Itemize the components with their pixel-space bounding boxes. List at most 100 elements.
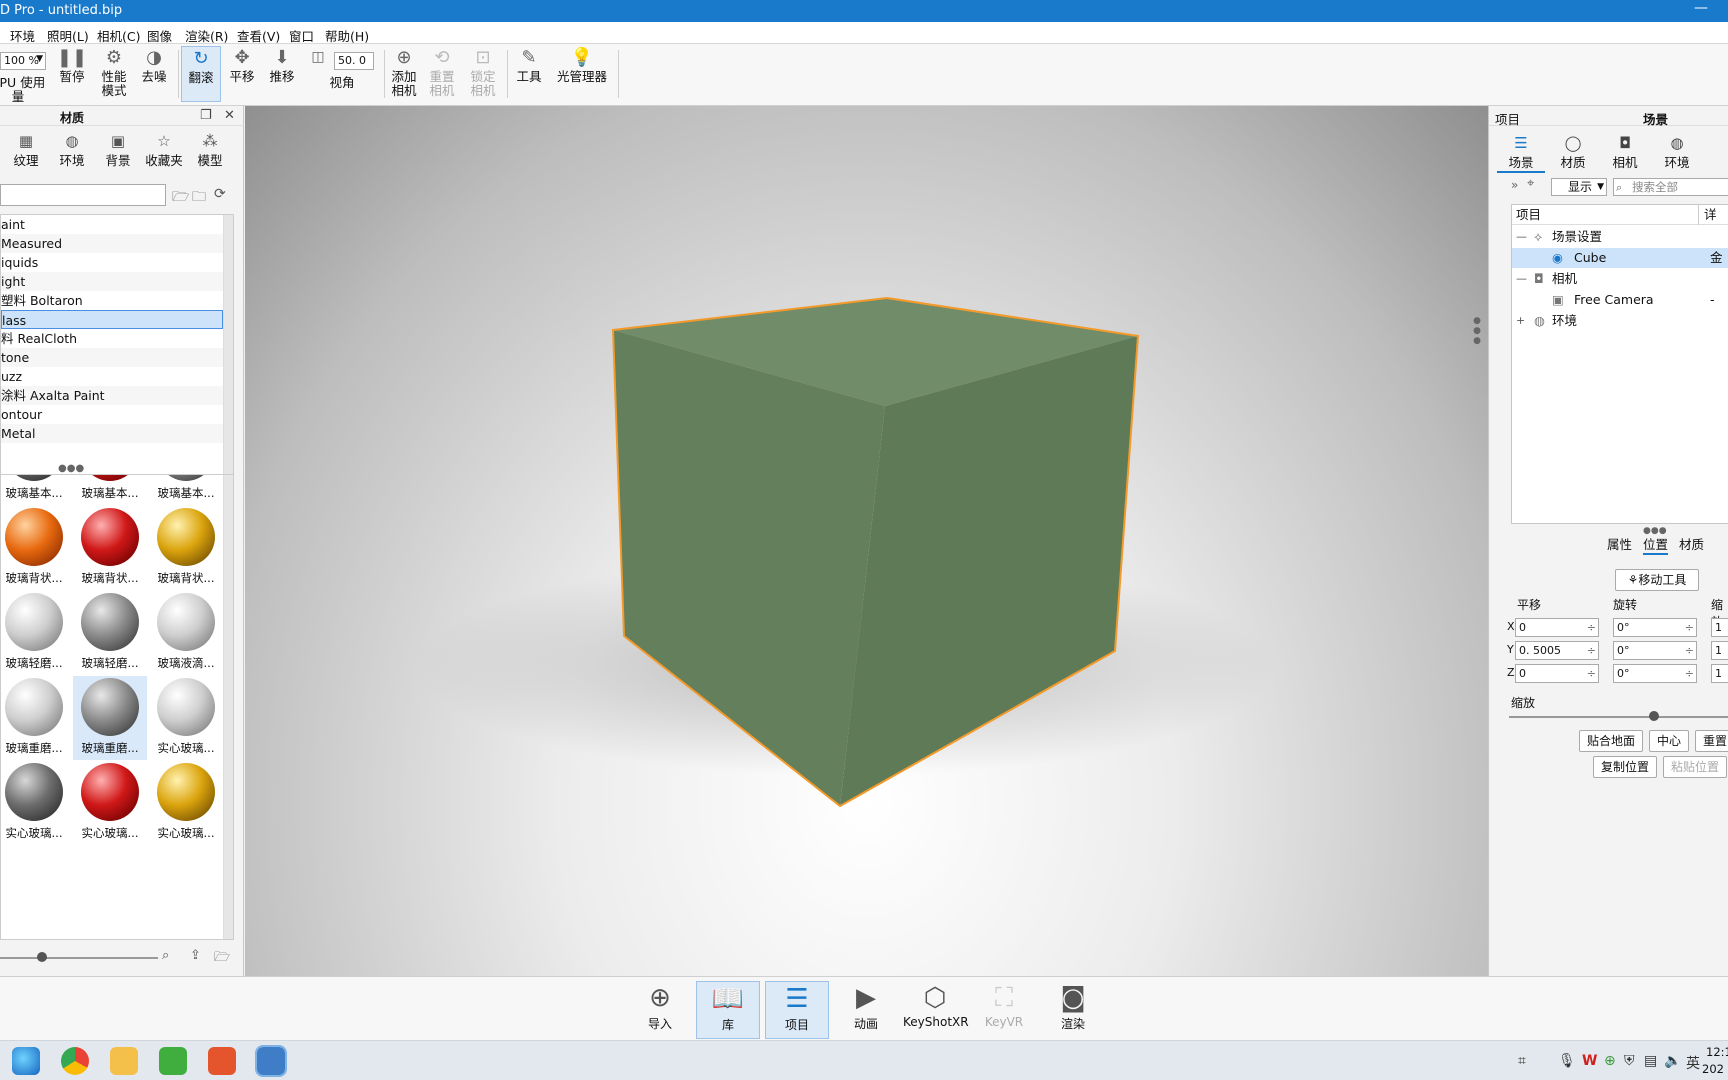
magnify-icon[interactable]: ⌕	[162, 948, 169, 963]
network-icon[interactable]: ▤	[1644, 1053, 1657, 1069]
scene-search-input[interactable]: ⌕ 搜索全部	[1613, 178, 1728, 196]
slider-handle[interactable]	[37, 952, 47, 962]
dock-render-button[interactable]: ◙ 渲染	[1041, 981, 1105, 1039]
translate-z-input[interactable]: 0 ÷	[1515, 664, 1599, 683]
menu-view[interactable]: 查看(V)	[237, 26, 280, 45]
scale-slider-handle[interactable]	[1649, 711, 1659, 721]
tree-node[interactable]: ◉ Cube 金	[1512, 248, 1728, 268]
tab-environment[interactable]: ◍ 环境	[50, 132, 94, 169]
category-item[interactable]: 涂料 Axalta Paint	[1, 386, 223, 405]
material-thumbnail[interactable]: 玻璃背状...	[73, 506, 147, 590]
pan-button[interactable]: ✥ 平移	[224, 46, 260, 102]
scale-z-input[interactable]: 1	[1711, 664, 1728, 683]
tab-scene[interactable]: ☰ 场景	[1497, 134, 1545, 173]
splitter-handle[interactable]: ●●●	[1472, 316, 1482, 346]
menu-lighting[interactable]: 照明(L)	[47, 26, 89, 45]
refresh-icon[interactable]: ⟳	[214, 186, 226, 202]
tab-material[interactable]: ◯ 材质	[1549, 134, 1597, 171]
snap-to-ground-button[interactable]: 贴合地面	[1579, 730, 1643, 752]
menu-environment[interactable]: 环境	[10, 26, 35, 45]
chrome-icon[interactable]	[61, 1047, 89, 1075]
tree-node[interactable]: ▣ Free Camera -	[1512, 290, 1728, 310]
dock-project-button[interactable]: ☰ 项目	[765, 981, 829, 1039]
upload-icon[interactable]: ⇪	[190, 948, 201, 963]
grid-icon[interactable]: ⌗	[1518, 1053, 1526, 1069]
stepper-icon[interactable]: ÷	[1587, 642, 1596, 659]
stepper-icon[interactable]: ÷	[1587, 665, 1596, 682]
menu-camera[interactable]: 相机(C)	[97, 26, 140, 45]
stepper-icon[interactable]: ÷	[1587, 619, 1596, 636]
tree-node[interactable]: — ◘ 相机	[1512, 269, 1728, 289]
tools-button[interactable]: ✎ 工具	[511, 46, 547, 102]
material-thumbnail[interactable]: 玻璃背状...	[1, 506, 71, 590]
rotate-x-input[interactable]: 0° ÷	[1613, 618, 1697, 637]
material-thumbnail[interactable]: 玻璃背状...	[149, 506, 223, 590]
reset-camera-button[interactable]: ⟲ 重置 相机	[424, 46, 460, 102]
clock-date[interactable]: 202	[1702, 1062, 1724, 1076]
center-button[interactable]: 中心	[1649, 730, 1689, 752]
float-icon[interactable]: ❐	[200, 108, 212, 123]
add-camera-button[interactable]: ⊕ 添加 相机	[386, 46, 422, 102]
menu-render[interactable]: 渲染(R)	[185, 26, 228, 45]
close-icon[interactable]: ✕	[224, 108, 235, 123]
material-thumbnail[interactable]: 玻璃重磨...	[73, 676, 147, 760]
category-item[interactable]: Measured	[1, 234, 223, 253]
category-item[interactable]: iquids	[1, 253, 223, 272]
volume-icon[interactable]: 🔈	[1664, 1053, 1681, 1069]
tree-node[interactable]: + ◍ 环境	[1512, 311, 1728, 331]
tray-plus-icon[interactable]: ⊕	[1604, 1053, 1616, 1069]
dolly-button[interactable]: ⬇ 推移	[264, 46, 300, 102]
material-thumbnail[interactable]: 实心玻璃...	[149, 761, 223, 845]
tab-environment[interactable]: ◍ 环境	[1653, 134, 1701, 171]
file-explorer-icon[interactable]	[110, 1047, 138, 1075]
translate-y-input[interactable]: 0. 5005 ÷	[1515, 641, 1599, 660]
paste-position-button[interactable]: 粘贴位置	[1663, 756, 1727, 778]
copy-position-button[interactable]: 复制位置	[1593, 756, 1657, 778]
thumbnail-size-slider[interactable]	[0, 957, 158, 959]
clock-time[interactable]: 12:1	[1706, 1045, 1728, 1059]
scale-y-input[interactable]: 1	[1711, 641, 1728, 660]
display-dropdown[interactable]: 显示 ▼	[1551, 178, 1607, 196]
pause-button[interactable]: ❚❚ 暂停	[54, 46, 90, 102]
menu-help[interactable]: 帮助(H)	[325, 26, 369, 45]
translate-x-input[interactable]: 0 ÷	[1515, 618, 1599, 637]
category-item[interactable]: aint	[1, 215, 223, 234]
scale-x-input[interactable]: 1	[1711, 618, 1728, 637]
tab-background[interactable]: ▣ 背景	[96, 132, 140, 169]
move-tool-button[interactable]: ⚘移动工具	[1615, 569, 1699, 591]
cpu-usage-button[interactable]: CPU 使用量	[0, 76, 48, 104]
app-green-icon[interactable]	[159, 1047, 187, 1075]
dock-animation-button[interactable]: ▶ 动画	[834, 981, 898, 1039]
tab-favorites[interactable]: ☆ 收藏夹	[142, 132, 186, 169]
menu-window[interactable]: 窗口	[289, 26, 314, 45]
expand-icon[interactable]: »	[1511, 178, 1518, 192]
tab-camera[interactable]: ◘ 相机	[1601, 134, 1649, 171]
category-item[interactable]: ight	[1, 272, 223, 291]
tree-toggle[interactable]: —	[1516, 227, 1527, 247]
zoom-select[interactable]: 100 % ▼	[0, 52, 46, 70]
category-item[interactable]: 塑料 Boltaron	[1, 291, 223, 310]
folder-add-icon[interactable]: 🗁	[172, 186, 189, 210]
stepper-icon[interactable]: ÷	[1685, 642, 1694, 659]
material-thumbnail[interactable]: 玻璃重磨...	[1, 676, 71, 760]
wps-icon[interactable]: W	[1582, 1053, 1597, 1069]
dock-import-button[interactable]: ⊕ 导入	[628, 981, 692, 1039]
dock-library-button[interactable]: 📖 库	[696, 981, 760, 1039]
menu-image[interactable]: 图像	[147, 26, 172, 45]
category-item[interactable]: lass	[1, 310, 223, 329]
tab-texture[interactable]: ▦ 纹理	[4, 132, 48, 169]
reset-button[interactable]: 重置	[1695, 730, 1728, 752]
material-thumbnail[interactable]: 玻璃液滴...	[149, 591, 223, 675]
tumble-button[interactable]: ↻ 翻滚	[181, 46, 221, 102]
minimize-button[interactable]: —	[1694, 0, 1708, 16]
stepper-icon[interactable]: ÷	[1685, 665, 1694, 682]
tab-models[interactable]: ⁂ 模型	[188, 132, 232, 169]
tree-toggle[interactable]: —	[1516, 269, 1527, 289]
fov-input[interactable]: 50. 0	[334, 52, 374, 70]
render-viewport[interactable]: ●●●	[245, 106, 1488, 976]
lock-camera-button[interactable]: ⊡ 锁定 相机	[465, 46, 501, 102]
performance-mode-button[interactable]: ⚙ 性能 模式	[96, 46, 132, 102]
thumbnail-scrollbar[interactable]	[223, 475, 233, 939]
material-thumbnail[interactable]: 玻璃基本...	[73, 475, 147, 505]
category-item[interactable]: uzz	[1, 367, 223, 386]
